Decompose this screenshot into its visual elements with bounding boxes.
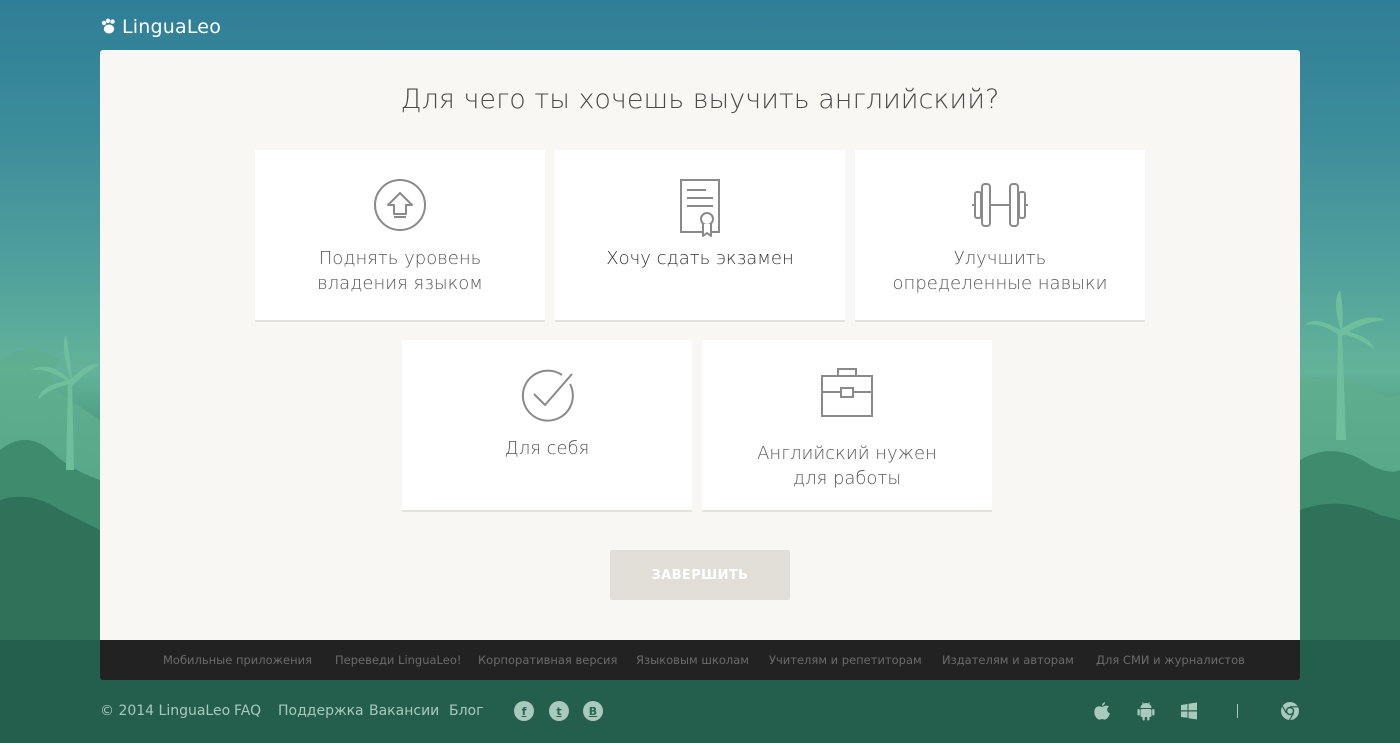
briefcase-icon [819, 366, 875, 418]
option-card-exam[interactable]: Хочу сдать экзамен [555, 150, 845, 320]
option-label: Для себя [504, 438, 590, 459]
option-card-skills[interactable]: Улучшить определенные навыки [855, 150, 1145, 320]
option-card-level-up[interactable]: Поднять уровень владения языком [255, 150, 545, 320]
footer-divider [1237, 704, 1238, 718]
footer-link-teachers[interactable]: Учителям и репетиторам [769, 640, 922, 680]
android-icon[interactable] [1135, 700, 1157, 722]
option-label: Английский нужен для работы [757, 443, 937, 489]
logo[interactable]: LinguaLeo [100, 14, 221, 40]
option-card-self[interactable]: Для себя [402, 340, 692, 510]
vk-icon[interactable]: B [583, 701, 603, 721]
footer-link-schools[interactable]: Языковым школам [636, 640, 749, 680]
option-label: Поднять уровень владения языком [317, 248, 483, 294]
footer-link-blog[interactable]: Блог [449, 696, 483, 726]
footer-link-faq[interactable]: FAQ [234, 696, 261, 726]
logo-text: LinguaLeo [122, 16, 222, 38]
copyright: © 2014 LinguaLeo [100, 703, 231, 719]
footer-link-jobs[interactable]: Вакансии [369, 696, 439, 726]
arrow-up-circle-icon [373, 178, 427, 232]
twitter-icon[interactable]: t [549, 701, 569, 721]
apple-icon[interactable] [1091, 700, 1113, 722]
paw-icon [100, 18, 118, 36]
option-label: Улучшить определенные навыки [892, 248, 1108, 294]
goal-panel: Для чего ты хочешь выучить английский? П… [100, 50, 1300, 640]
footer-link-support[interactable]: Поддержка [278, 696, 364, 726]
footer-link-translate[interactable]: Переведи LinguaLeo! [335, 640, 461, 680]
certificate-icon [678, 178, 722, 238]
bottom-footer: © 2014 LinguaLeo FAQ Поддержка Вакансии … [100, 696, 1300, 726]
option-card-work[interactable]: Английский нужен для работы [702, 340, 992, 510]
chrome-icon[interactable] [1279, 700, 1301, 722]
footer-link-bar: Мобильные приложения Переведи LinguaLeo!… [100, 640, 1300, 680]
footer-link-corporate[interactable]: Корпоративная версия [478, 640, 617, 680]
finish-button[interactable]: ЗАВЕРШИТЬ [610, 550, 790, 600]
facebook-icon[interactable]: f [514, 701, 534, 721]
checkmark-circle-icon [518, 366, 576, 424]
dumbbell-icon [971, 182, 1029, 228]
footer-link-mobile-apps[interactable]: Мобильные приложения [163, 640, 312, 680]
option-label: Хочу сдать экзамен [606, 248, 794, 269]
windows-icon[interactable] [1178, 700, 1200, 722]
footer-link-media[interactable]: Для СМИ и журналистов [1096, 640, 1245, 680]
page-title: Для чего ты хочешь выучить английский? [400, 84, 1000, 115]
footer-link-publishers[interactable]: Издателям и авторам [942, 640, 1074, 680]
